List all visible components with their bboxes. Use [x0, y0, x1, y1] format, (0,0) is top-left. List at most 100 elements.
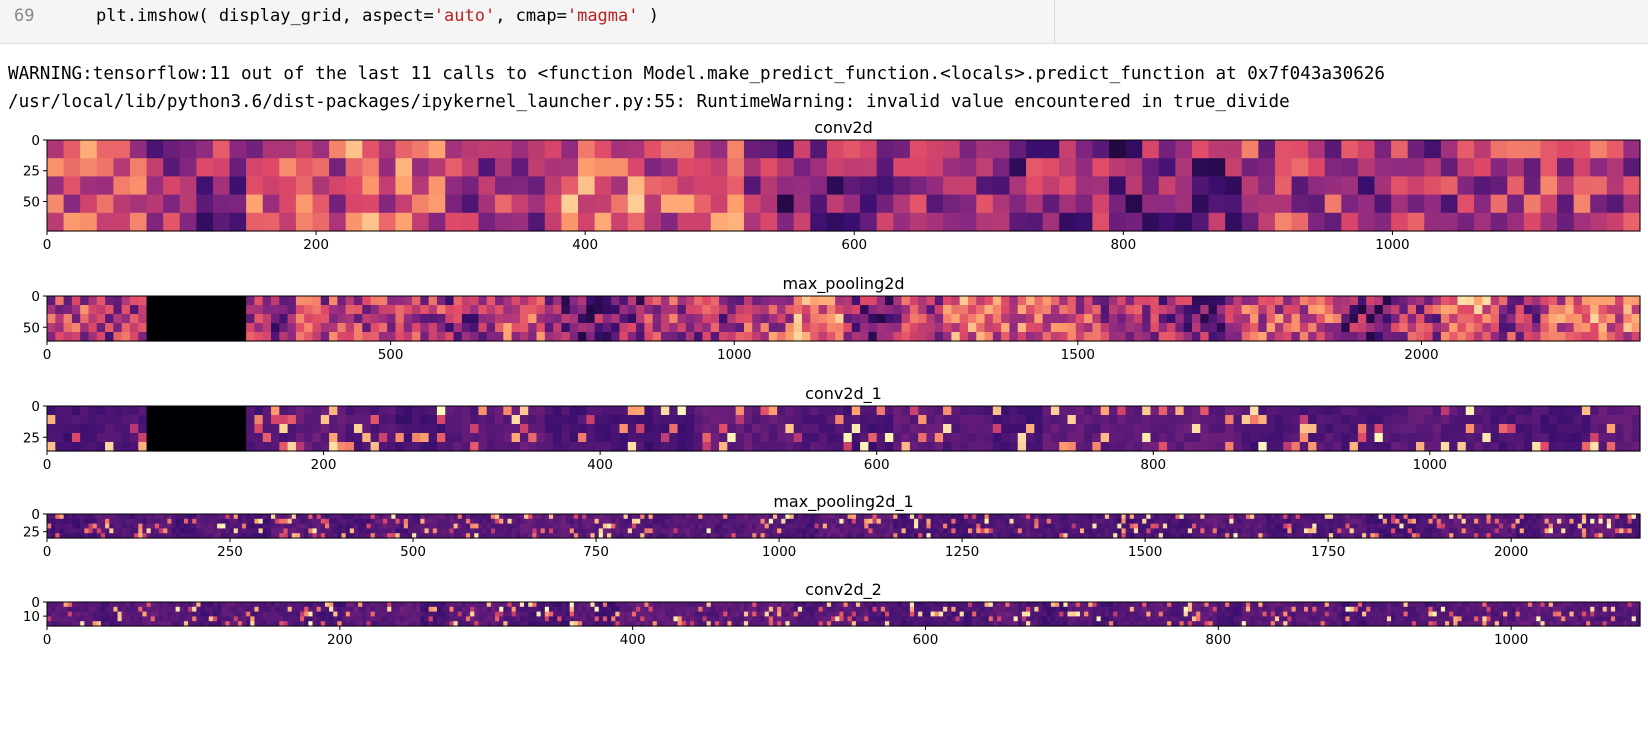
heatmap-cell — [428, 140, 446, 159]
heatmap-cell — [909, 518, 915, 525]
heatmap-cell — [395, 442, 405, 452]
heatmap-cell — [358, 514, 363, 520]
heatmap-cell — [1092, 176, 1110, 196]
heatmap-cell — [1291, 523, 1297, 529]
heatmap-cell — [1013, 528, 1019, 534]
heatmap-cell — [1117, 296, 1127, 306]
feature-map-channel — [445, 514, 471, 539]
heatmap-cell — [1017, 442, 1027, 452]
heatmap-cell — [860, 314, 869, 324]
heatmap-cell — [1527, 523, 1533, 529]
feature-map-channel — [843, 514, 869, 539]
feature-map-channel — [221, 514, 247, 539]
heatmap-cell — [719, 415, 728, 425]
heatmap-cell — [63, 140, 81, 159]
heatmap-cell — [1059, 518, 1064, 525]
heatmap-cell — [80, 523, 85, 529]
heatmap-cell — [640, 523, 645, 529]
heatmap-cell — [283, 514, 289, 520]
heatmap-cell — [196, 518, 202, 525]
heatmap-cell — [138, 523, 144, 529]
heatmap-cell — [1590, 415, 1600, 425]
code-line[interactable]: plt.imshow( display_grid, aspect='auto',… — [96, 6, 659, 26]
heatmap-cell — [1196, 523, 1201, 529]
x-tick-label: 1250 — [945, 544, 979, 560]
heatmap-cell — [943, 424, 952, 434]
heatmap-cell — [1063, 518, 1069, 525]
heatmap-cell — [719, 528, 724, 534]
heatmap-cell — [366, 518, 372, 525]
heatmap-cell — [154, 528, 160, 534]
heatmap-cell — [445, 514, 450, 520]
heatmap-cell — [652, 323, 662, 333]
heatmap-cell — [304, 611, 309, 617]
heatmap-cell — [735, 523, 741, 529]
heatmap-cell — [1150, 424, 1160, 434]
heatmap-cell — [1507, 424, 1517, 434]
heatmap-cell — [544, 424, 554, 434]
heatmap-cell — [96, 606, 102, 613]
heatmap-cell — [262, 606, 268, 613]
heatmap-cell — [1349, 406, 1359, 416]
heatmap-cell — [1034, 305, 1044, 315]
heatmap-cell — [1221, 528, 1226, 534]
heatmap-cell — [179, 415, 189, 425]
heatmap-cell — [345, 296, 355, 306]
heatmap-cell — [785, 406, 795, 416]
heatmap-cell — [1104, 523, 1110, 529]
heatmap-cell — [1507, 194, 1525, 214]
heatmap-cell — [553, 518, 558, 525]
heatmap-cell — [918, 415, 928, 425]
heatmap-cell — [1573, 528, 1579, 534]
heatmap-cell — [441, 528, 446, 534]
heatmap-cell — [1598, 415, 1608, 425]
y-tick-label: 0 — [31, 289, 40, 305]
heatmap-cell — [121, 305, 131, 315]
heatmap-cell — [329, 158, 347, 177]
heatmap-cell — [129, 305, 139, 315]
heatmap-cell — [196, 602, 202, 608]
heatmap-cell — [611, 415, 621, 425]
heatmap-cell — [121, 424, 131, 434]
heatmap-cell — [229, 305, 239, 315]
code-cell[interactable]: 69 plt.imshow( display_grid, aspect='aut… — [0, 0, 1648, 44]
heatmap-cell — [47, 433, 56, 443]
heatmap-cell — [1474, 528, 1479, 534]
heatmap-cell — [279, 212, 297, 232]
heatmap-cell — [129, 523, 135, 529]
heatmap-cell — [237, 442, 247, 452]
heatmap-cell — [743, 415, 753, 425]
heatmap-cell — [1142, 212, 1160, 232]
heatmap-cell — [1353, 514, 1359, 520]
heatmap-cell — [806, 523, 811, 529]
heatmap-cell — [1478, 518, 1483, 525]
heatmap-cell — [976, 305, 986, 315]
heatmap-cell — [943, 212, 961, 232]
heatmap-cell — [283, 611, 289, 617]
heatmap-cell — [1216, 296, 1226, 306]
heatmap-cell — [1009, 212, 1027, 232]
heatmap-cell — [1615, 332, 1625, 342]
x-tick-label: 750 — [583, 544, 609, 560]
heatmap-cell — [1117, 305, 1127, 315]
heatmap-cell — [246, 296, 256, 306]
heatmap-cell — [113, 523, 119, 529]
heatmap-cell — [1606, 305, 1616, 315]
heatmap-cell — [615, 523, 621, 529]
heatmap-cell — [578, 158, 596, 177]
heatmap-cell — [349, 514, 355, 520]
heatmap-cell — [1009, 314, 1019, 324]
heatmap-cell — [1216, 415, 1226, 425]
heatmap-cell — [1581, 523, 1587, 529]
heatmap-cell — [1353, 518, 1359, 525]
feature-map-channel — [1440, 406, 1492, 452]
heatmap-cell — [959, 406, 969, 416]
heatmap-cell — [519, 332, 529, 342]
heatmap-cell — [1548, 523, 1554, 529]
heatmap-cell — [594, 332, 604, 342]
heatmap-cell — [1250, 523, 1255, 529]
heatmap-cell — [1092, 314, 1102, 324]
heatmap-cell — [544, 176, 562, 196]
heatmap-cell — [893, 523, 899, 529]
heatmap-cell — [1540, 406, 1550, 416]
